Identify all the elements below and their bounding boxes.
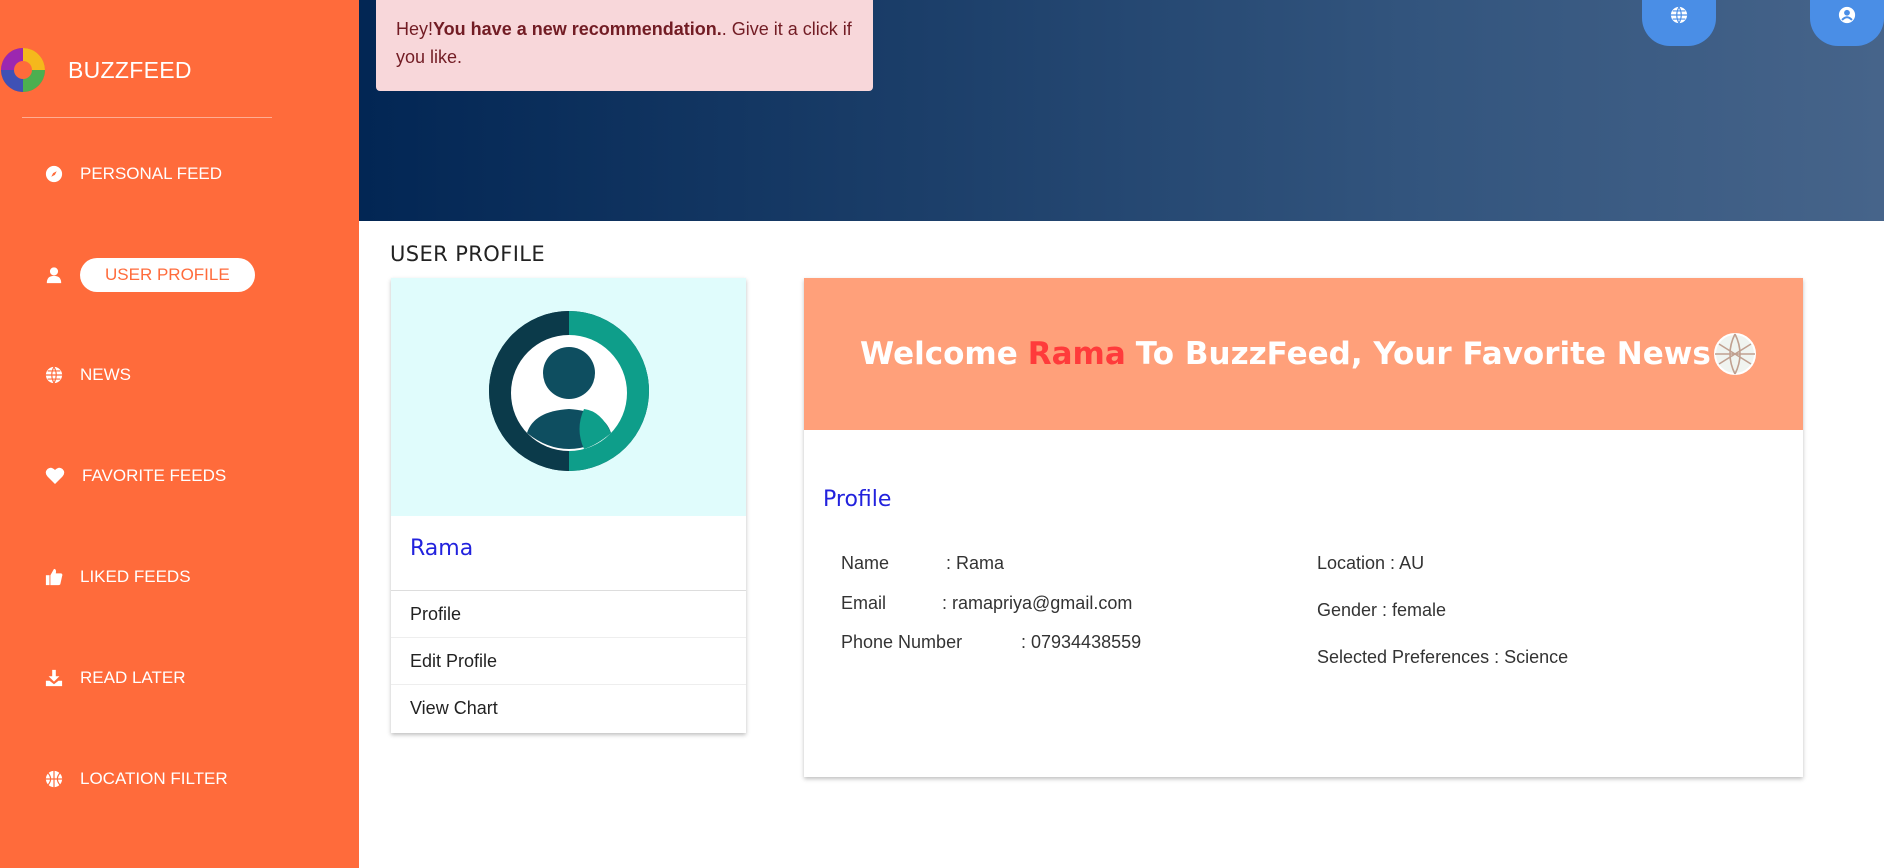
avatar [489, 311, 649, 471]
phone-field: Phone Number : 07934438559 [841, 632, 1141, 653]
profile-link[interactable]: Profile [391, 591, 746, 638]
sidebar-item-read-later[interactable]: READ LATER [44, 661, 186, 695]
name-label: Name [841, 553, 890, 573]
alert-bold-text: You have a new recommendation. [433, 19, 722, 39]
user-icon [44, 265, 64, 285]
email-field: Email : ramapriya@gmail.com [841, 593, 1132, 614]
brand-name: BUZZFEED [68, 56, 192, 83]
pinwheel-logo [1, 48, 45, 92]
sidebar-item-label: LOCATION FILTER [80, 769, 228, 788]
email-value: : ramapriya@gmail.com [942, 593, 1133, 613]
user-circle-icon [1838, 6, 1856, 24]
avatar-area [391, 278, 746, 516]
welcome-user-name: Rama [1027, 336, 1126, 372]
sidebar-item-location-filter[interactable]: LOCATION FILTER [44, 762, 228, 796]
sidebar-item-label: PERSONAL FEED [80, 164, 223, 183]
email-label: Email [841, 593, 887, 613]
globe-icon [1670, 6, 1688, 24]
page-title: USER PROFILE [390, 242, 546, 266]
alert-prefix: Hey! [396, 19, 434, 39]
sidebar-item-news[interactable]: NEWS [44, 358, 131, 392]
thumbs-up-icon [44, 567, 64, 587]
welcome-text-end: To BuzzFeed, Your Favorite News [1135, 336, 1711, 372]
preferences-field: Selected Preferences : Science [1317, 647, 1569, 667]
edit-profile-link[interactable]: Edit Profile [391, 638, 746, 685]
account-button[interactable] [1810, 0, 1884, 46]
sidebar: BUZZFEED PERSONAL FEED USER PROFILE NEWS… [0, 0, 359, 868]
compass-icon [44, 164, 64, 184]
download-icon [44, 668, 64, 688]
phone-label: Phone Number [841, 632, 963, 652]
profile-card-name: Rama [391, 516, 746, 591]
language-button[interactable] [1642, 0, 1716, 46]
sidebar-item-liked-feeds[interactable]: LIKED FEEDS [44, 560, 191, 594]
sidebar-item-personal-feed[interactable]: PERSONAL FEED [44, 157, 222, 191]
location-field: Location : AU [1317, 553, 1425, 573]
profile-info-card: Welcome Rama To BuzzFeed, Your Favorite … [804, 278, 1803, 777]
sidebar-item-label: NEWS [80, 365, 131, 384]
brand[interactable]: BUZZFEED [0, 46, 192, 94]
recommendation-alert[interactable]: Hey!You have a new recommendation.. Give… [376, 0, 873, 91]
gender-field: Gender : female [1317, 600, 1447, 620]
globe-icon [1713, 333, 1756, 375]
sidebar-item-user-profile[interactable]: USER PROFILE [44, 258, 255, 292]
view-chart-link[interactable]: View Chart [391, 685, 746, 732]
welcome-text-start: Welcome [860, 336, 1018, 372]
sidebar-item-label: USER PROFILE [80, 258, 255, 292]
heart-icon [44, 466, 66, 486]
welcome-banner: Welcome Rama To BuzzFeed, Your Favorite … [804, 278, 1803, 430]
profile-card: Rama Profile Edit Profile View Chart [391, 278, 746, 733]
name-value: : Rama [946, 553, 1005, 573]
profile-heading: Profile [823, 487, 892, 512]
sidebar-item-label: LIKED FEEDS [80, 567, 191, 586]
sidebar-divider [22, 117, 272, 118]
sidebar-item-label: READ LATER [80, 668, 186, 687]
basketball-icon [44, 769, 64, 789]
sidebar-item-label: FAVORITE FEEDS [82, 466, 227, 485]
globe-icon [44, 365, 64, 385]
phone-value: : 07934438559 [1021, 632, 1142, 652]
sidebar-item-favorite-feeds[interactable]: FAVORITE FEEDS [44, 459, 226, 493]
name-field: Name : Rama [841, 553, 1004, 574]
